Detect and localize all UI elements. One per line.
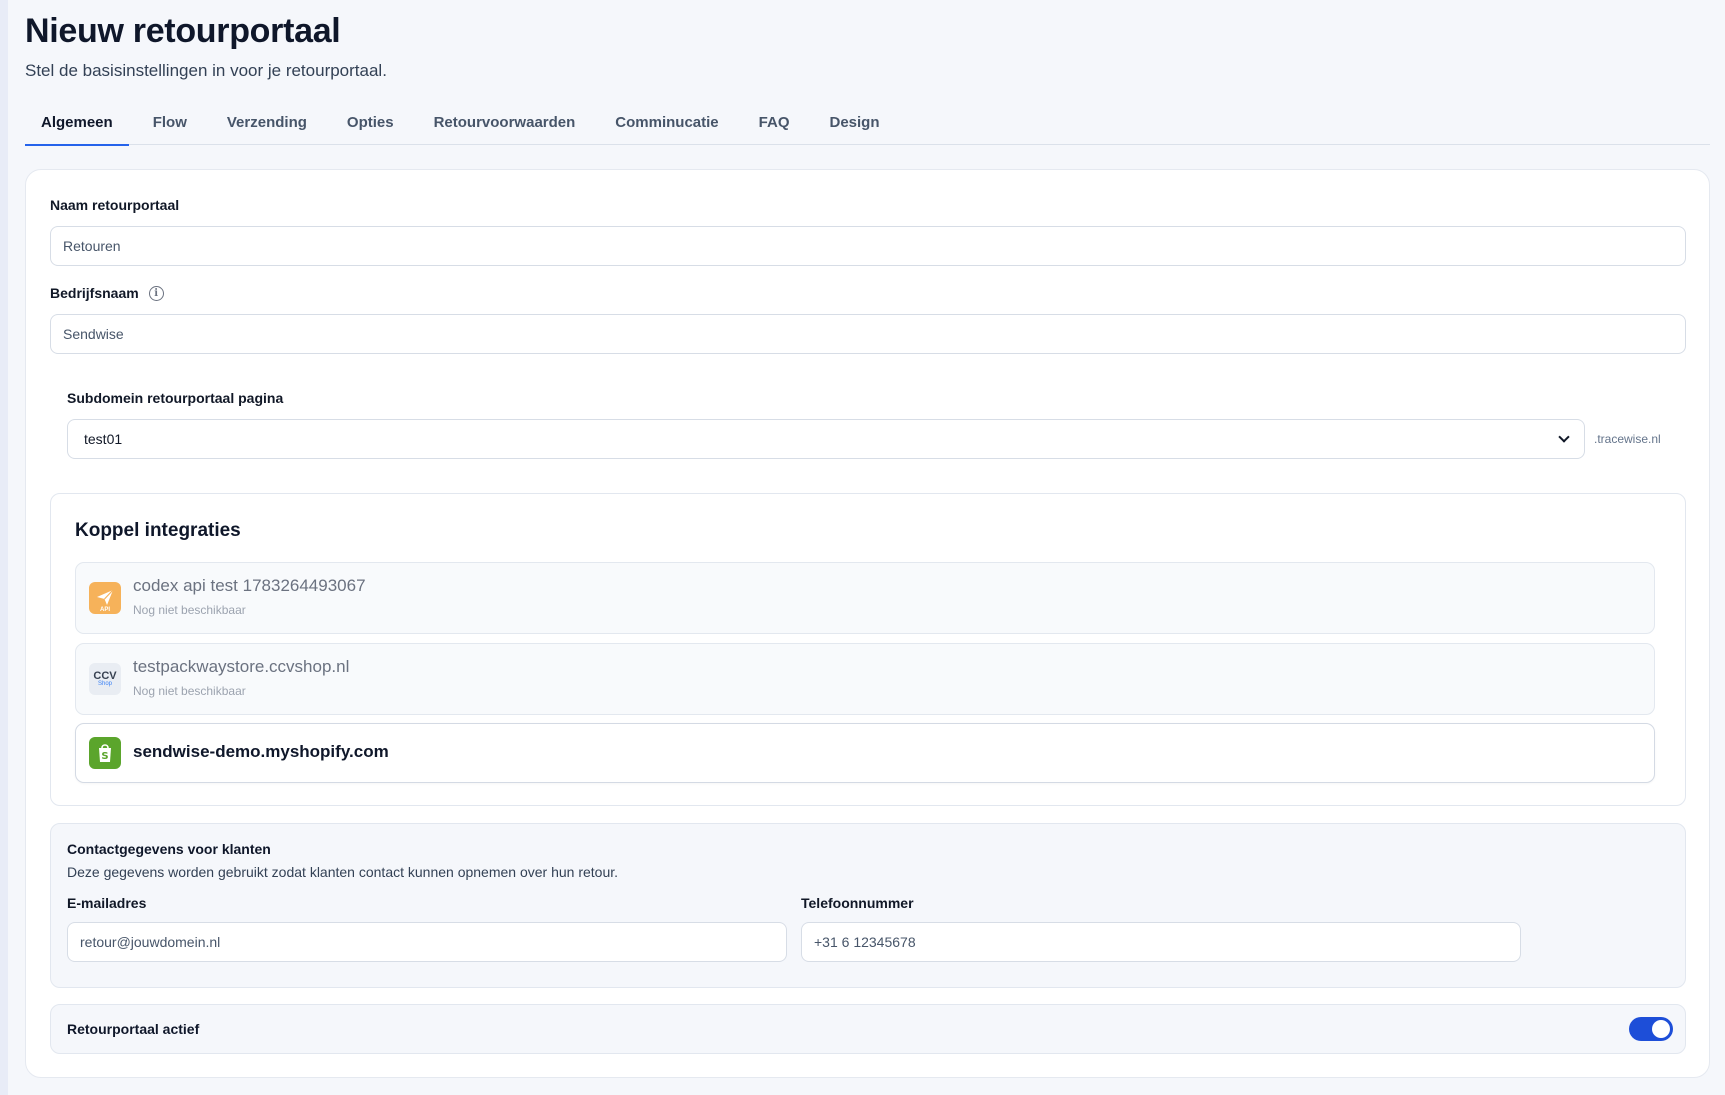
tab-algemeen[interactable]: Algemeen [25, 100, 129, 146]
api-logo-text: API [99, 607, 110, 613]
settings-card: Naam retourportaal Retouren Bedrijfsnaam… [25, 169, 1710, 1078]
phone-label: Telefoonnummer [801, 895, 914, 911]
integration-item-codex: API codex api test 1783264493067 Nog nie… [75, 562, 1655, 634]
portal-name-input[interactable]: Retouren [50, 226, 1686, 266]
tab-verzending[interactable]: Verzending [211, 100, 323, 145]
tab-opties[interactable]: Opties [331, 100, 410, 145]
tab-flow[interactable]: Flow [137, 100, 203, 145]
company-label-text: Bedrijfsnaam [50, 285, 139, 301]
contact-panel: Contactgegevens voor klanten Deze gegeve… [50, 823, 1686, 988]
chevron-down-icon [1558, 431, 1570, 443]
email-field[interactable]: retour@jouwdomein.nl [67, 922, 787, 962]
integration-name: codex api test 1783264493067 [133, 576, 366, 595]
svg-text:S: S [101, 751, 108, 762]
paper-plane-api-icon: API [89, 582, 121, 614]
phone-value: +31 6 12345678 [814, 934, 916, 950]
contact-title: Contactgegevens voor klanten [67, 841, 271, 857]
company-label: Bedrijfsnaam i [50, 285, 164, 302]
subdomain-value: test01 [84, 431, 123, 447]
ccv-logo-text: CCV [93, 669, 117, 682]
page-title: Nieuw retourportaal [25, 12, 341, 50]
integration-item-shopify[interactable]: S sendwise-demo.myshopify.com [75, 723, 1655, 783]
subdomain-label: Subdomein retourportaal pagina [67, 390, 284, 406]
tab-retourvoorwaarden[interactable]: Retourvoorwaarden [418, 100, 592, 145]
integration-item-ccvshop: CCV Shop testpackwaystore.ccvshop.nl Nog… [75, 643, 1655, 715]
integrations-panel: Koppel integraties API codex api test 17… [50, 493, 1686, 806]
portal-active-label: Retourportaal actief [67, 1021, 200, 1037]
name-label: Naam retourportaal [50, 197, 180, 213]
email-label: E-mailadres [67, 895, 147, 911]
company-name-input[interactable]: Sendwise [50, 314, 1686, 354]
ccv-logo-subtext: Shop [97, 680, 112, 687]
integration-status: Nog niet beschikbaar [133, 684, 246, 698]
integration-status: Nog niet beschikbaar [133, 603, 246, 617]
toggle-knob [1652, 1020, 1670, 1038]
subdomain-suffix: .tracewise.nl [1594, 432, 1661, 446]
tab-bar: Algemeen Flow Verzending Opties Retourvo… [25, 100, 1710, 146]
portal-active-row: Retourportaal actief [50, 1004, 1686, 1054]
info-icon[interactable]: i [148, 285, 164, 301]
integrations-title: Koppel integraties [75, 520, 241, 541]
subdomain-select[interactable]: test01 [67, 419, 1585, 459]
portal-active-toggle[interactable] [1629, 1017, 1673, 1041]
integration-name: testpackwaystore.ccvshop.nl [133, 657, 350, 676]
phone-field[interactable]: +31 6 12345678 [801, 922, 1521, 962]
company-name-value: Sendwise [63, 326, 124, 342]
tab-faq[interactable]: FAQ [743, 100, 806, 145]
tab-design[interactable]: Design [814, 100, 896, 145]
tab-communicatie[interactable]: Comminucatie [599, 100, 734, 145]
ccv-shop-logo: CCV Shop [89, 663, 121, 695]
shopify-bag-icon: S [89, 737, 121, 769]
left-edge [0, 0, 8, 1095]
integration-name: sendwise-demo.myshopify.com [133, 742, 389, 761]
email-value: retour@jouwdomein.nl [80, 934, 221, 950]
page-subtitle: Stel de basisinstellingen in voor je ret… [25, 61, 387, 80]
contact-description: Deze gegevens worden gebruikt zodat klan… [67, 864, 619, 880]
portal-name-value: Retouren [63, 238, 121, 254]
